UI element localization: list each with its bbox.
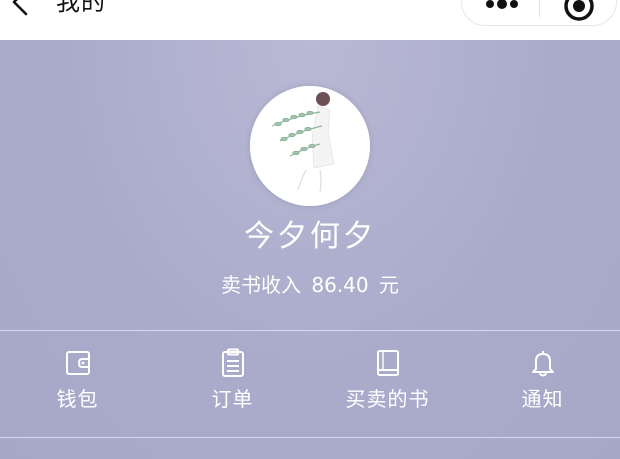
menu-divider-bottom	[0, 437, 620, 438]
clipboard-icon	[221, 348, 244, 377]
book-icon	[376, 350, 399, 376]
menu-item-label: 通知	[521, 387, 564, 411]
top-navbar: 我的	[0, 0, 620, 40]
more-dots-icon[interactable]	[484, 0, 520, 9]
sales-income: 卖书收入 86.40 元	[0, 272, 620, 298]
bell-icon	[531, 351, 554, 377]
profile-menu: 钱包 订单 买卖的书 通知	[0, 331, 620, 437]
menu-item-orders[interactable]: 订单	[155, 331, 310, 437]
wallet-icon	[65, 351, 90, 375]
target-icon[interactable]	[562, 0, 596, 23]
mini-program-capsule	[461, 0, 617, 26]
chevron-left-icon[interactable]	[6, 0, 36, 16]
avatar[interactable]	[250, 86, 370, 206]
menu-item-wallet[interactable]: 钱包	[0, 331, 155, 437]
user-nickname: 今夕何夕	[244, 219, 376, 254]
income-unit: 元	[378, 273, 399, 297]
menu-item-traded-books[interactable]: 买卖的书	[310, 331, 465, 437]
menu-item-notifications[interactable]: 通知	[465, 331, 620, 437]
profile-header: 今夕何夕 卖书收入 86.40 元 钱包 订单 买卖的书 通知	[0, 40, 620, 459]
capsule-divider	[539, 0, 540, 17]
income-label: 卖书收入	[221, 273, 301, 297]
avatar-illustration-icon	[250, 86, 370, 206]
menu-item-label: 订单	[211, 387, 254, 411]
menu-item-label: 买卖的书	[345, 387, 430, 411]
menu-item-label: 钱包	[56, 387, 99, 411]
income-value: 86.40	[311, 273, 369, 297]
page-title: 我的	[56, 0, 106, 16]
